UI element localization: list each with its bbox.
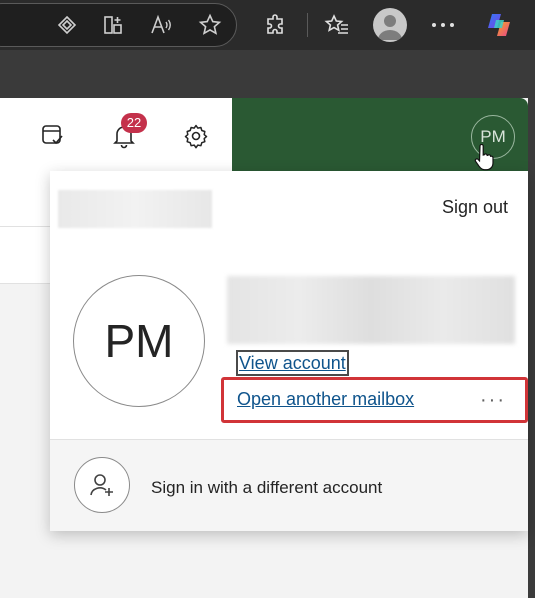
extensions-icon[interactable] <box>261 10 291 40</box>
sign-out-button[interactable]: Sign out <box>442 197 508 218</box>
user-details-redacted <box>227 276 515 344</box>
split-screen-icon[interactable] <box>98 10 128 40</box>
browser-tab-strip <box>0 50 535 98</box>
add-user-icon[interactable] <box>74 457 130 513</box>
profile-icon[interactable] <box>373 8 407 42</box>
browser-toolbar <box>0 0 535 50</box>
view-account-link[interactable]: View account <box>236 350 349 376</box>
my-day-icon[interactable] <box>38 120 68 150</box>
page-scrollbar[interactable] <box>528 98 535 598</box>
settings-gear-icon[interactable] <box>181 121 211 151</box>
favorites-icon[interactable] <box>322 10 352 40</box>
sign-in-different-account-label[interactable]: Sign in with a different account <box>151 478 382 498</box>
hand-cursor-icon <box>474 144 494 171</box>
account-flyout: Sign out PM View account Open another ma… <box>50 171 528 531</box>
read-aloud-icon[interactable] <box>146 10 176 40</box>
background-panel <box>0 171 50 227</box>
app-available-icon[interactable] <box>52 10 82 40</box>
favorite-star-icon[interactable] <box>195 10 225 40</box>
toolbar-separator <box>307 13 308 37</box>
open-another-mailbox-link[interactable]: Open another mailbox <box>237 389 414 410</box>
more-options-icon[interactable] <box>428 10 458 40</box>
more-actions-button[interactable]: ··· <box>480 389 506 412</box>
avatar: PM <box>73 275 205 407</box>
organization-name-redacted <box>58 190 212 228</box>
background-panel <box>0 227 50 284</box>
copilot-icon[interactable] <box>484 10 514 40</box>
notification-badge: 22 <box>121 113 147 133</box>
